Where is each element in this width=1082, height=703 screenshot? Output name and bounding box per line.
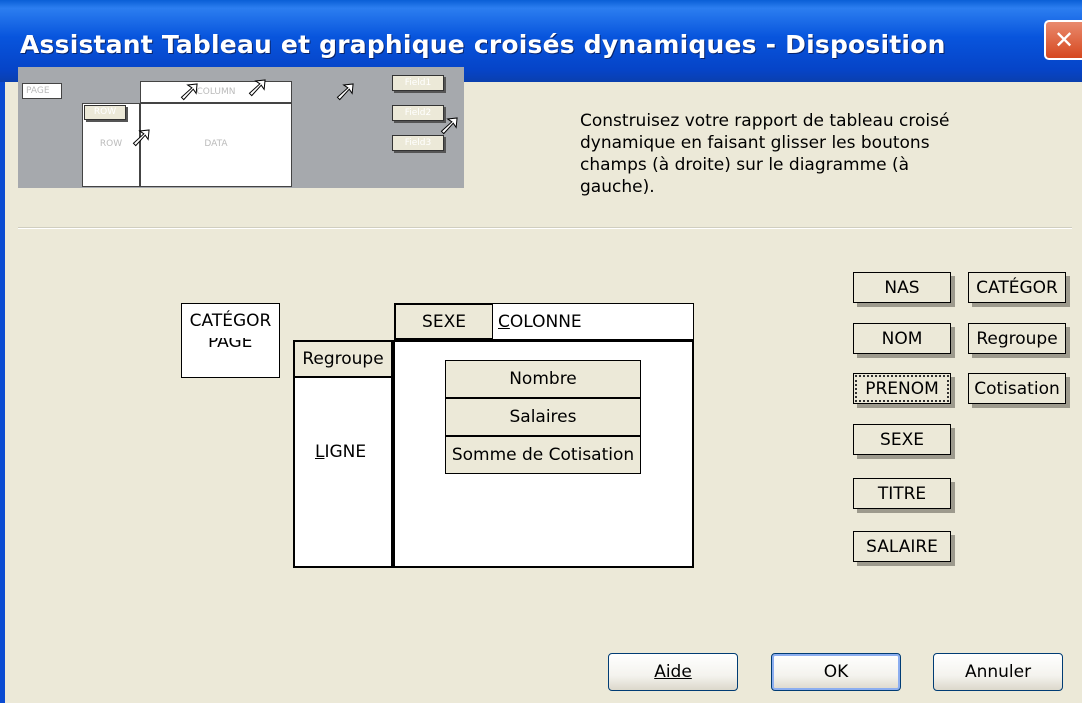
- data-drop-area[interactable]: Nombre Salaires Somme de Cotisation: [393, 340, 694, 568]
- cursor-arrow-icon: ➚: [437, 108, 462, 141]
- data-field-button[interactable]: Somme de Cotisation: [445, 436, 641, 474]
- layout-preview-image: PAGE COLUMN ROW DATA ROW Field1 Field2 F…: [18, 67, 464, 188]
- cancel-label: Annuler: [964, 662, 1032, 682]
- preview-field-button: Field2: [392, 105, 444, 121]
- column-field-button[interactable]: SEXE: [395, 304, 493, 339]
- cursor-arrow-icon: ➚: [129, 120, 154, 153]
- separator: [18, 227, 1072, 229]
- row-drop-area[interactable]: Regroupe LIGNE: [293, 340, 393, 568]
- window-title: Assistant Tableau et graphique croisés d…: [20, 30, 946, 59]
- preview-field-button: Field1: [392, 75, 444, 91]
- page-field-button[interactable]: CATÉGOR: [182, 304, 279, 338]
- close-icon: ✕: [1053, 26, 1075, 54]
- column-area-label: COLONNE: [498, 312, 582, 332]
- data-field-button[interactable]: Nombre: [445, 360, 641, 398]
- field-button-sexe[interactable]: SEXE: [853, 424, 951, 455]
- column-drop-area[interactable]: SEXE COLONNE: [394, 303, 694, 340]
- data-field-button[interactable]: Salaires: [445, 398, 641, 436]
- window-frame: [0, 82, 5, 703]
- field-button-cotisation[interactable]: Cotisation: [968, 373, 1066, 404]
- field-button-nas[interactable]: NAS: [853, 272, 951, 303]
- preview-page-box: PAGE: [22, 83, 62, 99]
- preview-row-button: ROW: [84, 105, 126, 120]
- cursor-arrow-icon: ➚: [245, 70, 270, 103]
- cursor-arrow-icon: ➚: [177, 74, 202, 107]
- pivot-wizard-dialog: Assistant Tableau et graphique croisés d…: [0, 0, 1082, 703]
- help-label: Aide: [654, 662, 692, 682]
- field-button-salaire[interactable]: SALAIRE: [853, 531, 951, 562]
- preview-field-button: Field3: [392, 135, 444, 151]
- field-button-titre[interactable]: TITRE: [853, 478, 951, 509]
- field-button-regroupe[interactable]: Regroupe: [968, 323, 1066, 354]
- preview-data-box: DATA: [140, 103, 292, 187]
- help-button[interactable]: Aide: [608, 653, 738, 691]
- instructions-text: Construisez votre rapport de tableau cro…: [580, 111, 950, 197]
- row-area-label: LIGNE: [315, 442, 367, 462]
- row-field-button[interactable]: Regroupe: [295, 342, 391, 378]
- ok-button[interactable]: OK: [771, 653, 901, 691]
- field-button-prenom[interactable]: PRENOM: [853, 373, 951, 404]
- close-button[interactable]: ✕: [1044, 20, 1082, 60]
- column-label-rest: OLONNE: [509, 312, 582, 332]
- cancel-button[interactable]: Annuler: [933, 653, 1063, 691]
- page-drop-area[interactable]: PAGE CATÉGOR: [181, 303, 280, 378]
- field-button-nom[interactable]: NOM: [853, 323, 951, 354]
- cursor-arrow-icon: ➚: [333, 74, 358, 107]
- ok-label: OK: [823, 662, 849, 682]
- field-button-categor[interactable]: CATÉGOR: [968, 272, 1066, 303]
